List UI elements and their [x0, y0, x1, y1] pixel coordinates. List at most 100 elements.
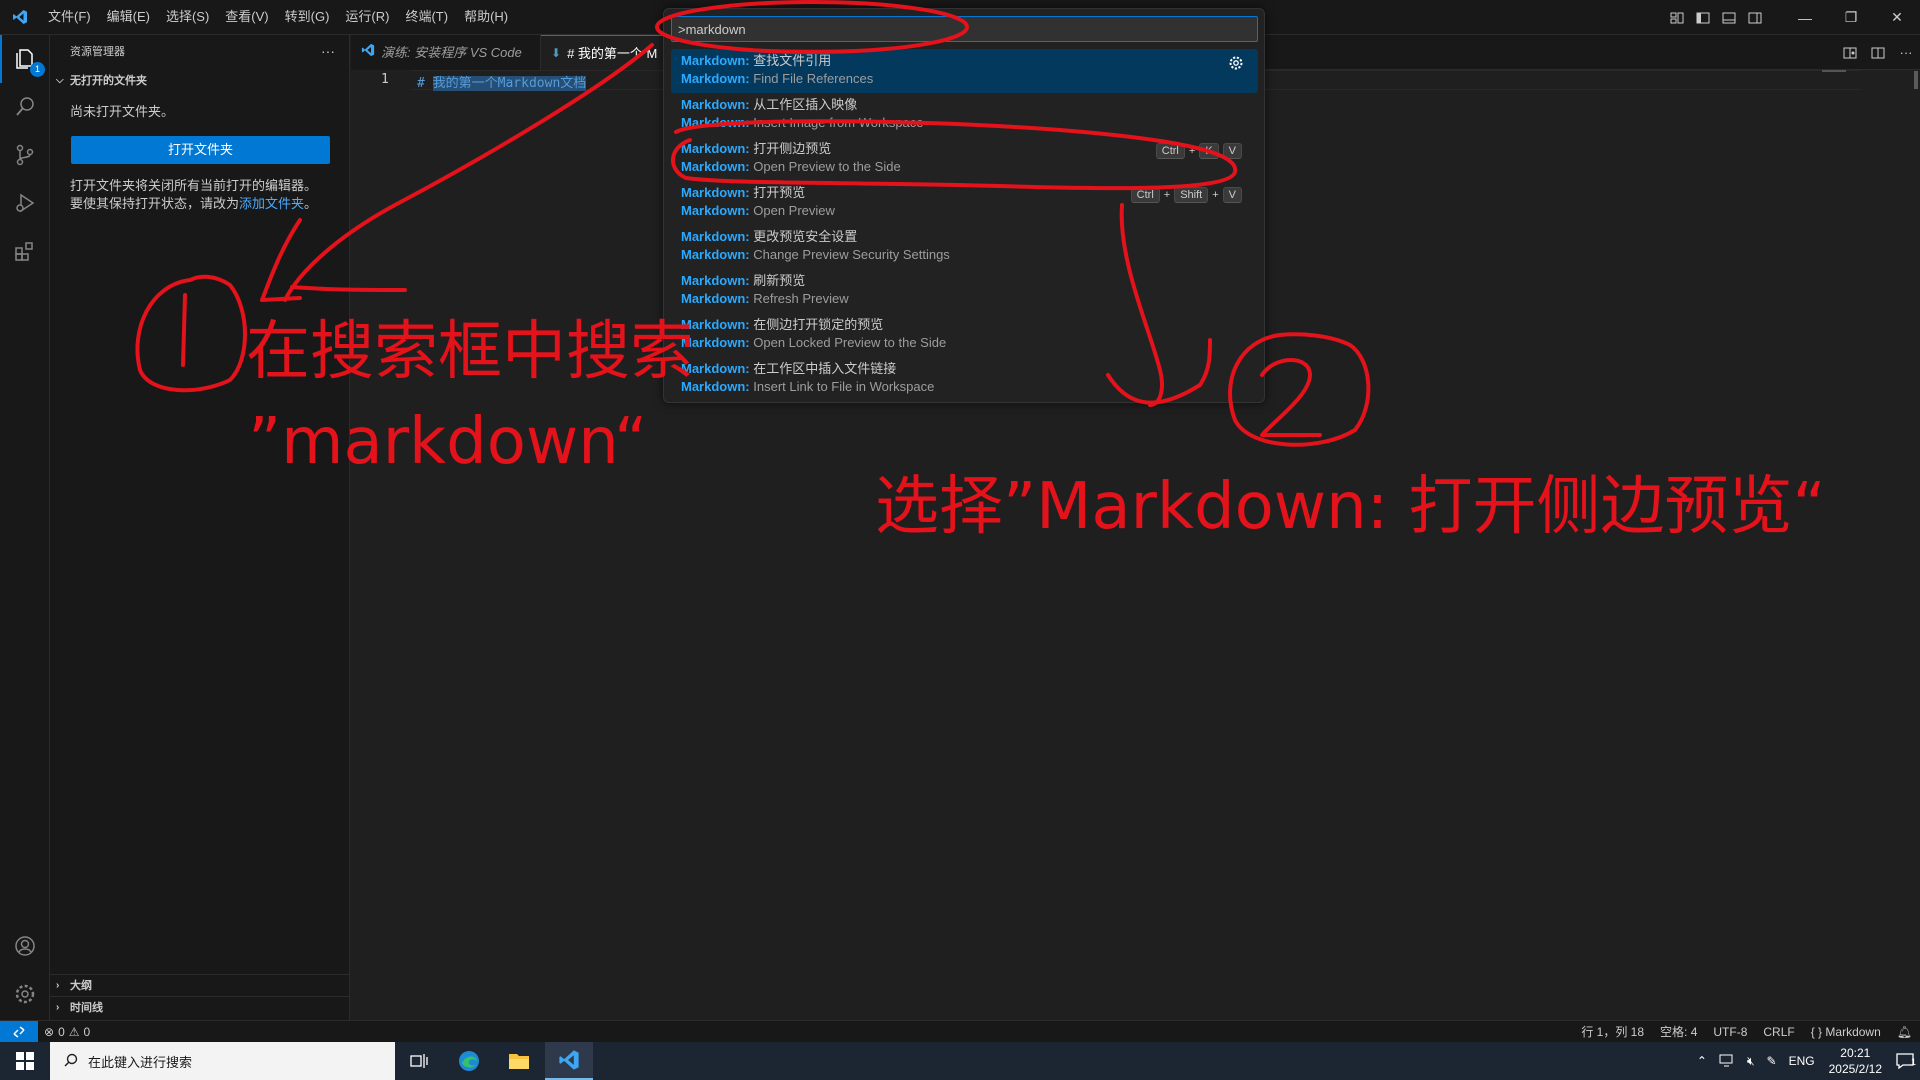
command-description: Change Preview Security Settings [753, 247, 950, 262]
command-item-open-preview[interactable]: Markdown: 打开预览 Markdown: Open Preview Ct… [671, 181, 1258, 225]
menu-view[interactable]: 查看(V) [217, 4, 276, 30]
run-debug-icon[interactable] [0, 179, 50, 227]
toggle-secondary-sidebar-icon[interactable] [1742, 5, 1768, 31]
minimize-button[interactable]: — [1782, 0, 1828, 35]
clock-date: 2025/2/12 [1828, 1062, 1882, 1076]
windows-start-icon[interactable] [0, 1042, 50, 1080]
volume-muted-icon[interactable]: 🔇︎ [1741, 1054, 1761, 1069]
code-line-1[interactable]: # 我的第一个Markdown文档 [417, 72, 587, 91]
outline-label: 大纲 [70, 980, 92, 992]
notification-center-icon[interactable]: 1 [1890, 1053, 1920, 1069]
command-label: 在工作区中插入文件链接 [753, 361, 897, 376]
status-bar: ⊗ 0 ⚠ 0 行 1，列 18 空格: 4 UTF-8 CRLF { } Mark… [0, 1020, 1920, 1043]
command-category: Markdown: [681, 141, 750, 156]
file-explorer-icon[interactable] [495, 1042, 543, 1080]
command-item-open-preview-side[interactable]: Markdown: 打开侧边预览 Markdown: Open Preview … [671, 137, 1258, 181]
annotation-step2: 选择”Markdown: 打开侧边预览“ [875, 470, 1826, 544]
key-plus: + [1188, 145, 1196, 157]
outline-section-header[interactable]: › 大纲 [50, 974, 349, 996]
command-label: 从工作区插入映像 [753, 97, 858, 112]
editor-scrollbar[interactable] [1906, 70, 1920, 1020]
source-control-icon[interactable] [0, 131, 50, 179]
hint-line-1: 打开文件夹将关闭所有当前打开的编辑器。 [70, 178, 318, 193]
encoding[interactable]: UTF-8 [1705, 1021, 1755, 1043]
key-plus: + [1163, 189, 1171, 201]
command-item-refresh-preview[interactable]: Markdown: 刷新预览 Markdown: Refresh Preview [671, 269, 1258, 313]
warning-icon: ⚠ [68, 1025, 80, 1039]
chevron-right-icon: › [56, 980, 60, 991]
vscode-taskbar-icon[interactable] [545, 1042, 593, 1080]
error-count: 0 [58, 1025, 65, 1039]
command-item-find-file-references[interactable]: Markdown: 查找文件引用 Markdown: Find File Ref… [671, 49, 1258, 93]
command-category: Markdown: [681, 203, 750, 218]
key: Shift [1174, 187, 1209, 203]
problems-indicator[interactable]: ⊗ 0 ⚠ 0 [44, 1021, 90, 1043]
menu-edit[interactable]: 编辑(E) [99, 4, 158, 30]
show-hidden-icons-chevron-icon[interactable]: ⌃ [1691, 1054, 1713, 1068]
menu-go[interactable]: 转到(G) [277, 4, 338, 30]
indentation[interactable]: 空格: 4 [1652, 1021, 1705, 1043]
open-preview-side-icon[interactable] [1836, 39, 1864, 67]
command-item-change-security[interactable]: Markdown: 更改预览安全设置 Markdown: Change Prev… [671, 225, 1258, 269]
no-folder-section-header[interactable]: ⌵ 无打开的文件夹 [50, 70, 349, 92]
account-icon[interactable] [0, 922, 50, 970]
add-folder-link[interactable]: 添加文件夹 [239, 196, 304, 211]
clock[interactable]: 20:21 2025/2/12 [1821, 1045, 1890, 1077]
close-button[interactable]: ✕ [1874, 0, 1920, 35]
timeline-section-header[interactable]: › 时间线 [50, 996, 349, 1018]
tab-walkthrough[interactable]: 演练: 安装程序 VS Code [351, 35, 541, 70]
key: V [1222, 187, 1242, 203]
menu-terminal[interactable]: 终端(T) [397, 4, 456, 30]
notifications-bell-icon[interactable]: 🔔︎ [1889, 1021, 1920, 1043]
more-actions-icon[interactable]: ··· [1892, 39, 1920, 67]
edge-browser-icon[interactable] [445, 1042, 493, 1080]
network-icon[interactable] [1713, 1054, 1741, 1068]
command-item-locked-preview[interactable]: Markdown: 在侧边打开锁定的预览 Markdown: Open Lock… [671, 313, 1258, 357]
more-actions-icon[interactable]: ··· [321, 35, 335, 70]
cursor-position[interactable]: 行 1，列 18 [1573, 1021, 1652, 1043]
split-editor-icon[interactable] [1864, 39, 1892, 67]
command-category: Markdown: [681, 97, 750, 112]
menu-run[interactable]: 运行(R) [337, 4, 397, 30]
search-icon[interactable] [0, 83, 50, 131]
command-list: Markdown: 查找文件引用 Markdown: Find File Ref… [671, 49, 1258, 401]
selected-heading-text: 我的第一个Markdown文档 [432, 76, 587, 91]
line-number: 1 [381, 72, 389, 87]
taskbar-search-box[interactable]: 在此键入进行搜索 [50, 1042, 395, 1080]
command-item-insert-link[interactable]: Markdown: 在工作区中插入文件链接 Markdown: Insert L… [671, 357, 1258, 401]
menu-help[interactable]: 帮助(H) [456, 4, 516, 30]
input-language[interactable]: ENG [1783, 1054, 1821, 1068]
key: V [1222, 143, 1242, 159]
manage-gear-icon[interactable] [0, 970, 50, 1018]
menu-selection[interactable]: 选择(S) [158, 4, 217, 30]
windows-taskbar: 在此键入进行搜索 ⌃ 🔇︎ ✎ ENG 20:21 2025/2/12 1 [0, 1042, 1920, 1080]
customize-layout-icon[interactable] [1664, 5, 1690, 31]
command-category: Markdown: [681, 53, 750, 68]
timeline-label: 时间线 [70, 1002, 103, 1014]
command-palette: Markdown: 查找文件引用 Markdown: Find File Ref… [663, 8, 1265, 403]
task-view-icon[interactable] [395, 1042, 443, 1080]
toggle-panel-icon[interactable] [1716, 5, 1742, 31]
pen-icon[interactable]: ✎ [1761, 1054, 1783, 1068]
toggle-primary-sidebar-icon[interactable] [1690, 5, 1716, 31]
activity-bar: 1 [0, 35, 50, 1020]
end-of-line[interactable]: CRLF [1755, 1021, 1802, 1043]
command-label: 刷新预览 [753, 273, 806, 288]
command-description: Open Preview [753, 203, 835, 218]
menu-bar: 文件(F) 编辑(E) 选择(S) 查看(V) 转到(G) 运行(R) 终端(T… [40, 0, 516, 35]
configure-keybinding-gear-icon[interactable] [1228, 55, 1244, 71]
tab-label: # 我的第一个 M [567, 45, 658, 61]
language-mode[interactable]: { } Markdown [1803, 1021, 1889, 1043]
extensions-icon[interactable] [0, 227, 50, 275]
explorer-icon[interactable]: 1 [0, 35, 50, 83]
command-item-insert-image[interactable]: Markdown: 从工作区插入映像 Markdown: Insert Imag… [671, 93, 1258, 137]
command-palette-input[interactable] [671, 16, 1258, 42]
command-label: 在侧边打开锁定的预览 [753, 317, 884, 332]
menu-file[interactable]: 文件(F) [40, 4, 99, 30]
key: Ctrl [1130, 187, 1160, 203]
open-folder-button[interactable]: 打开文件夹 [71, 136, 330, 164]
remote-indicator-icon[interactable] [0, 1021, 38, 1043]
hint-line-2: 要使其保持打开状态，请改为添加文件夹。 [70, 195, 317, 213]
restore-button[interactable]: ❐ [1828, 0, 1874, 35]
chevron-right-icon: › [56, 1002, 60, 1013]
